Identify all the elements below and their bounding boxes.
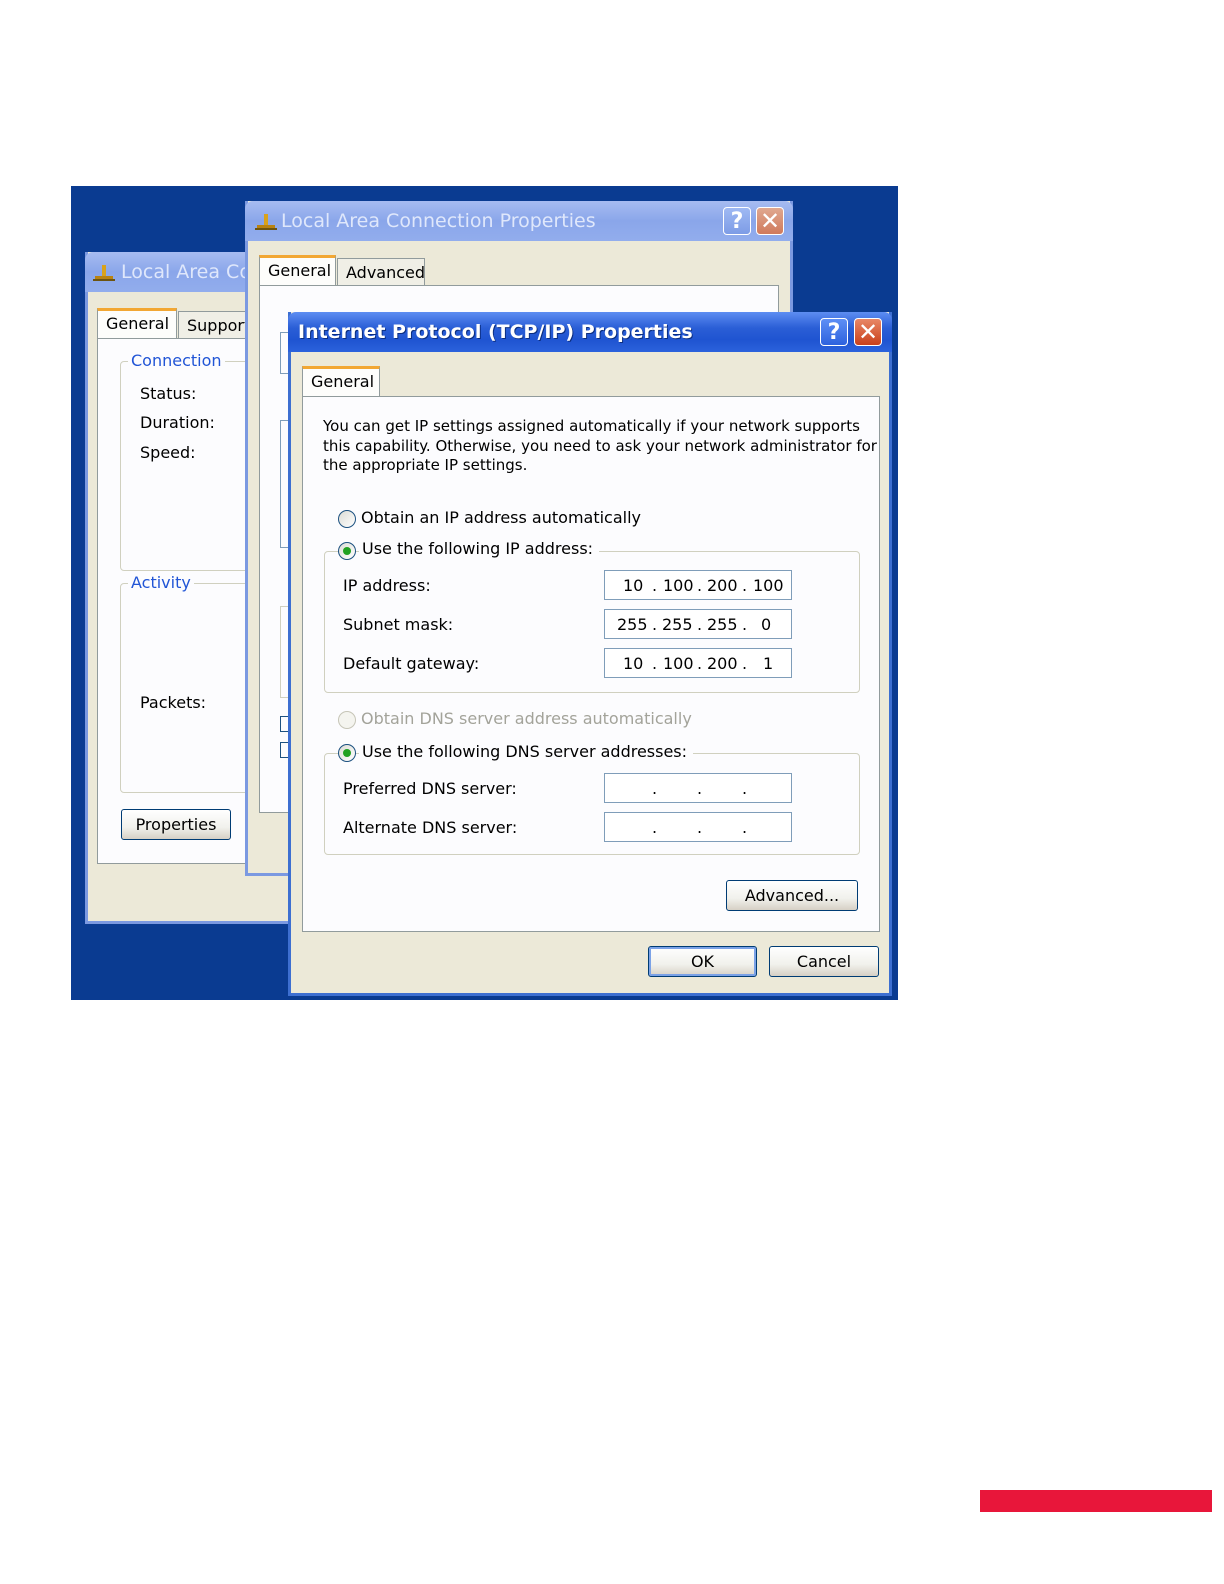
close-button[interactable]: ✕ [854, 318, 882, 346]
cancel-button[interactable]: Cancel [769, 946, 879, 977]
gateway-octet-4: 1 [763, 654, 774, 673]
properties-button[interactable]: Properties [121, 809, 231, 840]
help-icon: ? [730, 209, 744, 234]
tab-general[interactable]: General [259, 255, 336, 286]
help-icon: ? [827, 320, 841, 345]
connection-group-label: Connection [128, 351, 225, 370]
advanced-button[interactable]: Advanced... [726, 880, 858, 911]
subnet-octet-1: 255 [617, 615, 648, 634]
duration-label: Duration: [140, 413, 215, 432]
subnet-mask-label: Subnet mask: [343, 615, 454, 634]
tab-support[interactable]: Support [178, 311, 250, 339]
use-following-dns-label[interactable]: Use the following DNS server addresses: [359, 742, 694, 761]
subnet-mask-input[interactable]: 255 . 255 . 255 . 0 [604, 609, 792, 639]
default-gateway-label: Default gateway: [343, 654, 480, 673]
desktop-screenshot: Local Area Co General Support Connection… [71, 186, 898, 1000]
close-icon: ✕ [759, 207, 781, 235]
tcp-ip-dialog-title: Internet Protocol (TCP/IP) Properties [298, 321, 693, 343]
tcp-ip-dialog-titlebar[interactable]: Internet Protocol (TCP/IP) Properties ? … [288, 312, 892, 352]
default-gateway-input[interactable]: 10 . 100 . 200 . 1 [604, 648, 792, 678]
gateway-octet-3: 200 [707, 654, 738, 673]
ip-address-label: IP address: [343, 576, 431, 595]
description-line-2: this capability. Otherwise, you need to … [323, 437, 877, 455]
obtain-dns-automatically-label[interactable]: Obtain DNS server address automatically [361, 709, 692, 728]
subnet-dot: . [697, 615, 703, 634]
description-line-3: the appropriate IP settings. [323, 456, 528, 474]
ip-dot: . [697, 576, 703, 595]
alternate-dns-input[interactable]: . . . [604, 812, 792, 842]
ip-octet-4: 100 [753, 576, 784, 595]
subnet-octet-2: 255 [662, 615, 693, 634]
dns-dot: . [697, 779, 703, 798]
obtain-ip-automatically-radio[interactable] [338, 510, 356, 528]
radio-selected-dot [343, 547, 351, 555]
speed-label: Speed: [140, 443, 196, 462]
network-connection-icon [93, 265, 115, 281]
radio-selected-dot [343, 749, 351, 757]
dns-dot: . [697, 818, 703, 837]
properties-window-title: Local Area Connection Properties [281, 210, 596, 232]
gateway-dot: . [652, 654, 658, 673]
tab-advanced[interactable]: Advanced [337, 258, 425, 286]
tab-general[interactable]: General [302, 366, 380, 397]
obtain-ip-automatically-label[interactable]: Obtain an IP address automatically [361, 508, 641, 527]
ip-octet-3: 200 [707, 576, 738, 595]
activity-group-label: Activity [128, 573, 194, 592]
subnet-dot: . [652, 615, 658, 634]
ip-octet-1: 10 [623, 576, 644, 595]
use-following-ip-label[interactable]: Use the following IP address: [359, 539, 600, 558]
ip-octet-2: 100 [663, 576, 694, 595]
alternate-dns-label: Alternate DNS server: [343, 818, 518, 837]
packets-label: Packets: [140, 693, 207, 712]
network-connection-icon [255, 214, 277, 230]
gateway-octet-2: 100 [663, 654, 694, 673]
subnet-dot: . [742, 615, 748, 634]
preferred-dns-label: Preferred DNS server: [343, 779, 517, 798]
obtain-dns-automatically-radio[interactable] [338, 711, 356, 729]
preferred-dns-input[interactable]: . . . [604, 773, 792, 803]
gateway-octet-1: 10 [623, 654, 644, 673]
subnet-octet-4: 0 [761, 615, 772, 634]
ip-dot: . [652, 576, 658, 595]
subnet-octet-3: 255 [707, 615, 738, 634]
description-line-1: You can get IP settings assigned automat… [323, 417, 860, 435]
use-following-dns-radio[interactable] [338, 744, 356, 762]
gateway-dot: . [742, 654, 748, 673]
close-button[interactable]: ✕ [756, 207, 784, 235]
tab-general[interactable]: General [97, 308, 177, 339]
accent-bar [980, 1490, 1212, 1512]
dns-dot: . [652, 779, 658, 798]
gateway-dot: . [697, 654, 703, 673]
tcp-ip-general-panel: You can get IP settings assigned automat… [302, 396, 880, 932]
help-button[interactable]: ? [820, 318, 848, 346]
tcp-ip-properties-dialog: Internet Protocol (TCP/IP) Properties ? … [288, 312, 892, 996]
dns-dot: . [742, 779, 748, 798]
ok-button[interactable]: OK [648, 946, 757, 977]
use-following-ip-radio[interactable] [338, 542, 356, 560]
dns-dot: . [652, 818, 658, 837]
status-window-title: Local Area Co [121, 261, 251, 283]
properties-window-titlebar[interactable]: Local Area Connection Properties ? ✕ [245, 201, 793, 241]
ip-address-input[interactable]: 10 . 100 . 200 . 100 [604, 570, 792, 600]
status-label: Status: [140, 384, 197, 403]
help-button[interactable]: ? [723, 207, 751, 235]
close-icon: ✕ [857, 318, 879, 346]
ip-dot: . [742, 576, 748, 595]
dns-dot: . [742, 818, 748, 837]
